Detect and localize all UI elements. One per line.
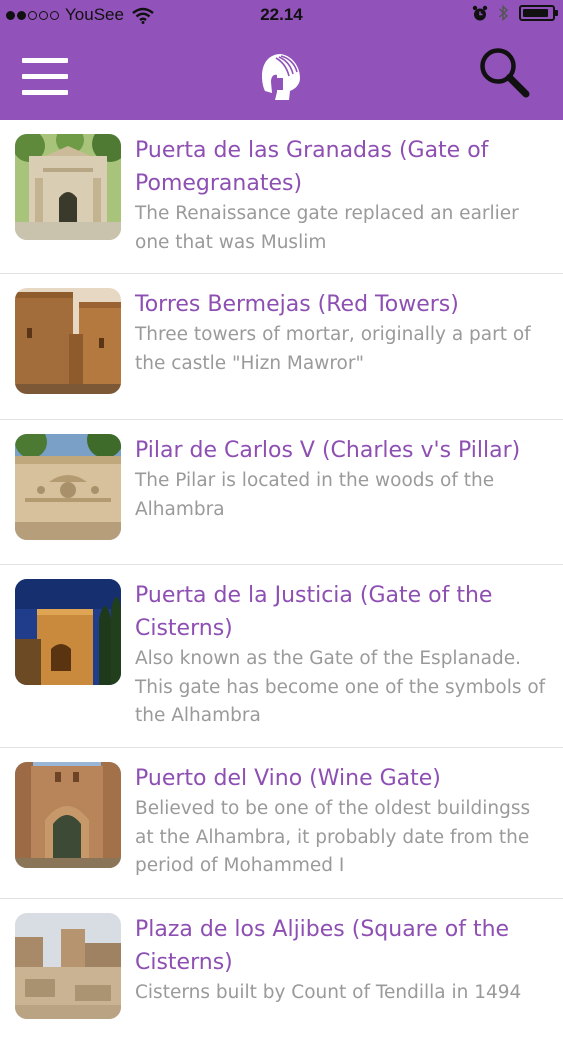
- list-item[interactable]: Pilar de Carlos V (Charles v's Pillar) T…: [0, 420, 563, 565]
- list-item-description: Three towers of mortar, originally a par…: [135, 324, 531, 374]
- list-item-title: Puerto del Vino (Wine Gate): [135, 766, 441, 791]
- list-item[interactable]: Puerto del Vino (Wine Gate) Believed to …: [0, 748, 563, 899]
- list-item-text: Plaza de los Aljibes (Square of the Cist…: [135, 913, 550, 1008]
- app-bar: [0, 32, 563, 120]
- battery-icon: [519, 5, 558, 21]
- bluetooth-icon: [498, 4, 509, 22]
- thumbnail-gate-of-justice: [15, 579, 121, 685]
- list-item[interactable]: Puerta de la Justicia (Gate of the Ciste…: [0, 565, 563, 748]
- thumbnail-charles-v-pillar: [15, 434, 121, 540]
- sights-list: Puerta de las Granadas (Gate of Pomegran…: [0, 120, 563, 1039]
- thumbnail-wine-gate: [15, 762, 121, 868]
- list-item-text: Puerto del Vino (Wine Gate) Believed to …: [135, 762, 550, 881]
- list-item-text: Puerta de las Granadas (Gate of Pomegran…: [135, 134, 550, 257]
- menu-line: [22, 74, 68, 79]
- list-item-title: Puerta de la Justicia (Gate of the Ciste…: [135, 583, 493, 641]
- list-item-description: Also known as the Gate of the Esplanade.…: [135, 648, 546, 726]
- list-item[interactable]: Puerta de las Granadas (Gate of Pomegran…: [0, 120, 563, 274]
- menu-line: [22, 90, 68, 95]
- list-item-text: Puerta de la Justicia (Gate of the Ciste…: [135, 579, 550, 731]
- list-item-title: Plaza de los Aljibes (Square of the Cist…: [135, 917, 510, 975]
- list-item-description: The Renaissance gate replaced an earlier…: [135, 203, 519, 253]
- list-item-text: Pilar de Carlos V (Charles v's Pillar) T…: [135, 434, 550, 524]
- magnifier-icon[interactable]: [476, 44, 532, 100]
- thumbnail-square-of-cisterns: [15, 913, 121, 1019]
- list-item-title: Pilar de Carlos V (Charles v's Pillar): [135, 438, 521, 463]
- list-item-title: Puerta de las Granadas (Gate of Pomegran…: [135, 138, 489, 196]
- thumbnail-red-towers: [15, 288, 121, 394]
- thumbnail-gate-of-pomegranates: [15, 134, 121, 240]
- status-right: [472, 4, 558, 22]
- list-item-description: The Pilar is located in the woods of the…: [135, 470, 495, 520]
- status-bar: YouSee 22.14: [0, 0, 563, 32]
- list-item[interactable]: Plaza de los Aljibes (Square of the Cist…: [0, 899, 563, 1039]
- hamburger-menu-icon[interactable]: [22, 58, 68, 96]
- list-item-description: Cisterns built by Count of Tendilla in 1…: [135, 982, 522, 1003]
- spartan-helmet-icon[interactable]: [259, 52, 303, 102]
- list-item-text: Torres Bermejas (Red Towers) Three tower…: [135, 288, 550, 378]
- list-item-title: Torres Bermejas (Red Towers): [135, 292, 459, 317]
- list-item[interactable]: Torres Bermejas (Red Towers) Three tower…: [0, 274, 563, 420]
- list-item-description: Believed to be one of the oldest buildin…: [135, 798, 531, 876]
- menu-line: [22, 58, 68, 63]
- alarm-clock-icon: [472, 5, 488, 20]
- battery-level: [523, 9, 548, 17]
